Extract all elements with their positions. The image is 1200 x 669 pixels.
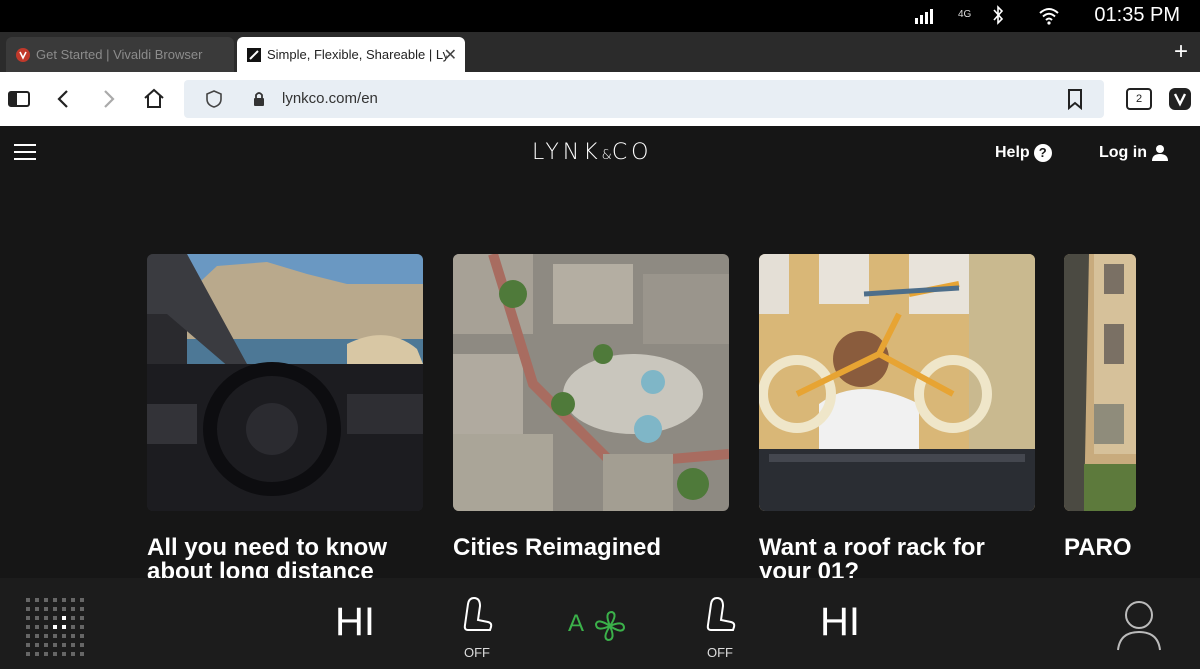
question-icon: ?: [1033, 144, 1052, 162]
right-seat-status: OFF: [707, 645, 733, 660]
vivaldi-menu-icon[interactable]: [1168, 87, 1192, 111]
article-card[interactable]: Want a roof rack for your 01?: [758, 254, 1035, 579]
roof-rack-image: [758, 254, 1035, 511]
network-type: 4G: [958, 9, 972, 20]
left-temperature[interactable]: HI: [335, 600, 375, 645]
help-link[interactable]: Help ?: [995, 144, 1052, 162]
article-title[interactable]: All you need to know about long distance: [147, 536, 423, 579]
forward-icon[interactable]: [96, 87, 120, 111]
seat-icon: [463, 596, 493, 631]
climate-auto-mode[interactable]: A: [568, 610, 584, 638]
signal-icon: [915, 9, 933, 24]
new-tab-icon[interactable]: +: [1174, 40, 1188, 64]
fan-icon[interactable]: [592, 608, 628, 644]
article-card[interactable]: PARO S: [1064, 254, 1136, 560]
logo-text: LYNK: [532, 140, 602, 165]
tab-count: 2: [1135, 93, 1143, 105]
article-card[interactable]: All you need to know about long distance: [147, 254, 423, 578]
tab-lynkco[interactable]: Simple, Flexible, Shareable | Lynk ✕: [237, 37, 465, 72]
left-seat-heat-button[interactable]: OFF: [457, 596, 497, 660]
logo-ampersand: &: [601, 148, 612, 163]
login-link[interactable]: Log in: [1099, 144, 1169, 162]
lynkco-favicon-icon: [247, 47, 261, 62]
bluetooth-icon: [993, 5, 1004, 25]
lynkco-logo[interactable]: LYNK&CO: [532, 140, 653, 165]
browser-toolbar: lynkco.com/en 2: [0, 72, 1200, 126]
wifi-icon: [1039, 8, 1059, 25]
help-label: Help: [995, 144, 1030, 161]
bookmark-icon[interactable]: [1066, 88, 1084, 110]
site-header: LYNK&CO Help ? Log in: [0, 126, 1200, 182]
tab-count-button[interactable]: 2: [1126, 88, 1152, 110]
panel-toggle-icon[interactable]: [7, 87, 31, 111]
left-seat-status: OFF: [464, 645, 490, 660]
shield-icon[interactable]: [204, 89, 224, 109]
logo-tail: CO: [611, 140, 653, 165]
url-text: lynkco.com/en: [282, 90, 378, 107]
menu-icon[interactable]: [14, 144, 36, 162]
app-grid-icon[interactable]: [26, 598, 84, 656]
tab-bar: Get Started | Vivaldi Browser Simple, Fl…: [0, 32, 1200, 72]
article-card[interactable]: Cities Reimagined: [453, 252, 730, 560]
car-interior-image: [147, 254, 423, 511]
login-label: Log in: [1099, 144, 1147, 161]
building-image: [1064, 254, 1136, 511]
vivaldi-favicon-icon: [16, 47, 30, 62]
close-tab-icon[interactable]: ✕: [444, 45, 457, 65]
climate-bar: HI OFF A OFF HI: [0, 578, 1200, 669]
tab-title: Get Started | Vivaldi Browser: [36, 47, 203, 62]
lock-icon: [254, 92, 264, 106]
address-bar[interactable]: lynkco.com/en: [184, 80, 1104, 118]
article-title[interactable]: Cities Reimagined: [453, 536, 729, 560]
clock: 01:35 PM: [1094, 4, 1180, 26]
right-temperature[interactable]: HI: [820, 600, 860, 645]
article-title[interactable]: Want a roof rack for your 01?: [759, 536, 1035, 579]
article-carousel: All you need to know about long distance…: [0, 182, 1200, 578]
city-aerial-image: [453, 252, 730, 511]
user-icon: [1151, 145, 1168, 161]
right-seat-heat-button[interactable]: OFF: [700, 596, 740, 660]
tab-get-started[interactable]: Get Started | Vivaldi Browser: [6, 37, 234, 72]
home-icon[interactable]: [142, 87, 166, 111]
profile-icon[interactable]: [1116, 598, 1162, 652]
tab-title: Simple, Flexible, Shareable | Lynk: [267, 47, 447, 62]
back-icon[interactable]: [52, 87, 76, 111]
article-title[interactable]: PARO S: [1064, 536, 1136, 560]
status-bar: 4G 01:35 PM: [0, 0, 1200, 32]
seat-icon: [706, 596, 736, 631]
